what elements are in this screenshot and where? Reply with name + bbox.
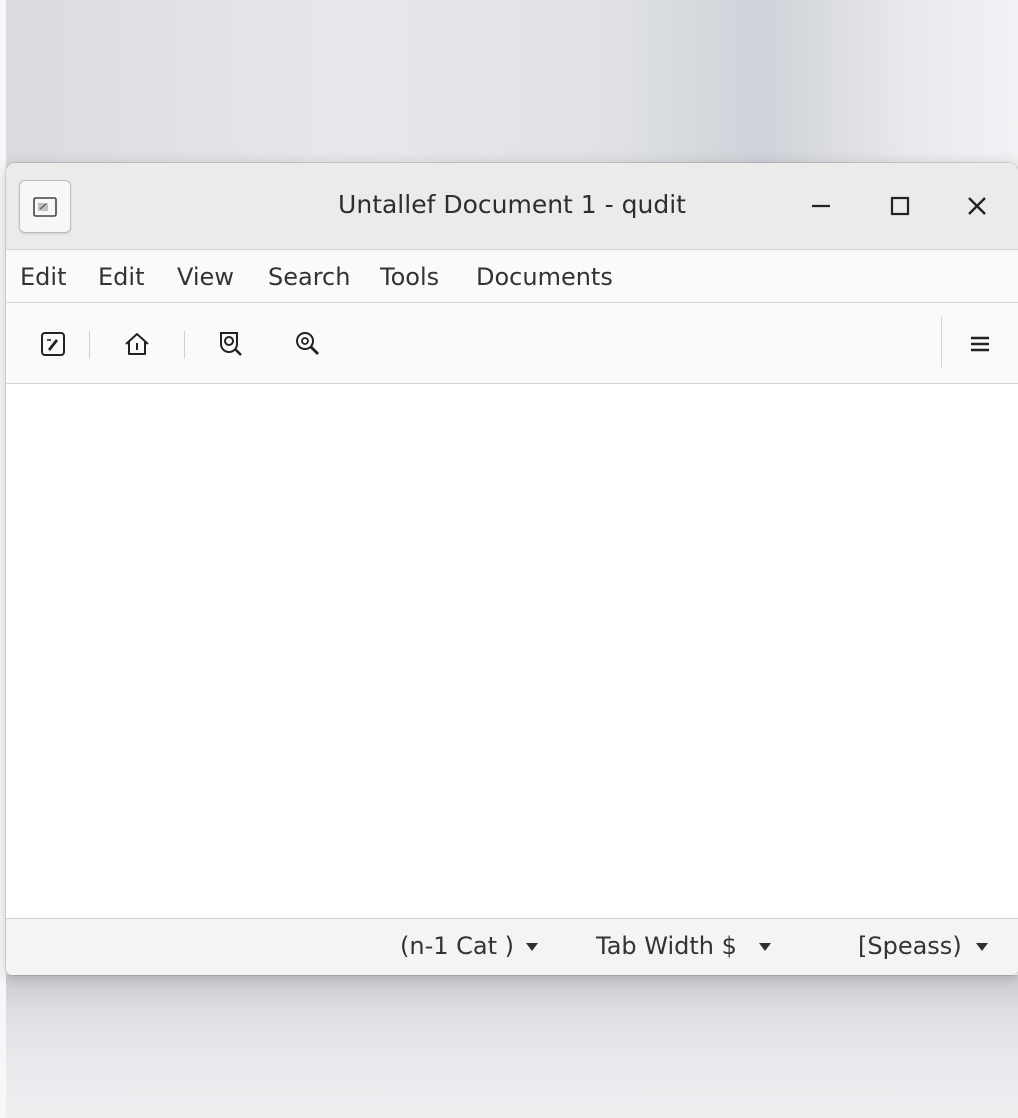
- tab-width-label: Tab Width $: [596, 932, 737, 960]
- title-bar: Untallef Document 1 - qudit: [6, 163, 1018, 250]
- toolbar: [6, 303, 1018, 384]
- dropdown-arrow-icon: [975, 943, 988, 951]
- text-editor-area[interactable]: [6, 384, 1018, 918]
- edit-document-icon: [41, 332, 65, 356]
- maximize-button[interactable]: [880, 186, 920, 226]
- menu-tools[interactable]: Tools: [380, 262, 439, 292]
- toolbar-separator: [89, 331, 90, 359]
- app-menu-button[interactable]: [19, 180, 71, 233]
- dropdown-arrow-icon: [526, 943, 538, 951]
- toolbar-separator: [184, 331, 185, 359]
- language-selector[interactable]: (n-1 Cat ): [400, 931, 538, 961]
- spaces-label: [Speass): [858, 932, 962, 960]
- zoom-icon: [296, 332, 319, 355]
- spaces-selector[interactable]: [Speass): [858, 931, 988, 961]
- window-title: Untallef Document 1 - qudit: [338, 190, 686, 219]
- hamburger-menu-icon: [971, 336, 989, 352]
- menu-edit-2[interactable]: Edit: [98, 262, 144, 292]
- find-button[interactable]: [214, 327, 248, 361]
- home-icon: [125, 333, 149, 355]
- close-button[interactable]: [957, 186, 997, 226]
- home-button[interactable]: [120, 327, 154, 361]
- window-icon: [33, 196, 57, 217]
- close-icon: [968, 197, 986, 215]
- menu-bar: Edit Edit View Search Tools Documents: [6, 250, 1018, 303]
- menu-view[interactable]: View: [177, 262, 234, 292]
- editor-window: Untallef Document 1 - qudit Edit Edit Vi…: [6, 163, 1018, 975]
- tab-width-selector[interactable]: Tab Width $: [596, 931, 771, 961]
- find-icon: [220, 332, 242, 356]
- menu-search[interactable]: Search: [268, 262, 350, 292]
- minimize-icon: [812, 204, 830, 208]
- maximize-icon: [890, 196, 910, 216]
- menu-documents[interactable]: Documents: [476, 262, 613, 292]
- menu-edit[interactable]: Edit: [20, 262, 66, 292]
- zoom-button[interactable]: [291, 327, 325, 361]
- dropdown-arrow-icon: [758, 943, 771, 951]
- minimize-button[interactable]: [801, 186, 841, 226]
- language-label: (n-1 Cat ): [400, 932, 514, 960]
- edit-document-button[interactable]: [36, 327, 70, 361]
- main-menu-button[interactable]: [963, 327, 997, 361]
- status-bar: (n-1 Cat ) Tab Width $ [Speass): [6, 918, 1018, 975]
- desktop-background: [6, 975, 1018, 1118]
- toolbar-separator: [941, 317, 942, 367]
